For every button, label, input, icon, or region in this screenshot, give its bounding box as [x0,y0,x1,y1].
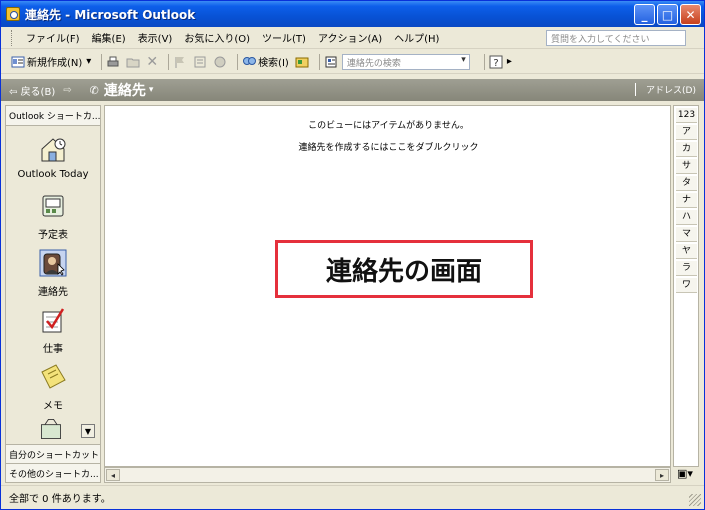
categories-icon[interactable] [193,55,207,69]
find-button-label: 検索(I) [258,58,289,69]
contact-search-input[interactable]: 連絡先の検索 [341,53,470,70]
menu-favorites[interactable]: お気に入り(O) [178,30,256,45]
outlook-shortcuts-header[interactable]: Outlook ショートカ... [6,106,100,126]
other-shortcuts-group[interactable]: その他のショートカ... [6,463,100,482]
help-icon: ? [489,55,503,69]
menu-actions[interactable]: アクション(A) [312,30,388,45]
letter-index-bar: 123 ア カ サ タ ナ ハ マ ヤ ラ ワ [673,105,699,467]
new-button-label: 新規作成(N) [27,58,83,69]
toolbar-separator [237,53,239,70]
contacts-icon [39,249,67,277]
shortcut-notes[interactable]: メモ [6,362,100,412]
shortcut-label: 連絡先 [38,287,68,298]
toolbar-separator [483,53,485,70]
new-button[interactable]: 新規作成(N) ▾ [11,54,91,69]
menu-grip[interactable] [11,29,14,46]
shortcut-label: 仕事 [43,344,63,355]
status-bar: 全部で 0 件あります。 [1,485,704,509]
menu-tools[interactable]: ツール(T) [256,30,312,45]
help-button[interactable]: ? ▸ [489,55,512,69]
close-button[interactable]: ✕ [680,4,701,25]
folder-title[interactable]: 連絡先 [104,80,146,100]
index-button[interactable]: ア [676,125,697,140]
new-contact-icon [11,56,25,67]
item-count-status: 全部で 0 件あります。 [9,494,111,505]
toolbar-separator [318,53,320,70]
help-question-input[interactable]: 質問を入力してください [546,30,686,46]
menu-view[interactable]: 表示(V) [132,30,179,45]
address-book-icon[interactable] [324,55,338,69]
toolbar-separator [168,53,170,70]
index-button[interactable]: マ [676,227,697,242]
svg-text:?: ? [493,58,498,69]
find-icon [243,56,257,65]
contacts-view[interactable]: このビューにはアイテムがありません。 連絡先を作成するにはここをダブルクリック … [104,105,671,467]
maximize-button[interactable]: □ [657,4,678,25]
window-title: 連絡先 - Microsoft Outlook [25,7,196,22]
tasks-icon [42,308,65,333]
index-button[interactable]: ラ [676,261,697,276]
journal-icon[interactable] [38,416,64,442]
forward-arrow-icon[interactable]: ⇨ [63,85,71,96]
send-receive-icon[interactable] [213,55,227,69]
scroll-right-button[interactable]: ▸ [655,469,669,481]
folder-list-dropdown-icon[interactable]: ▾ [149,85,154,95]
notes-icon [41,364,66,389]
index-button[interactable]: ワ [676,278,697,293]
resize-grip[interactable] [689,494,701,506]
move-to-folder-icon[interactable] [126,55,140,69]
contacts-folder-icon: ✆ [89,83,99,97]
shortcut-scroll-down-button[interactable]: ▼ [81,424,95,438]
my-shortcuts-group[interactable]: 自分のショートカット [6,444,100,463]
toolbar-options-arrow-icon[interactable]: ▸ [507,56,512,67]
window-controls: _ □ ✕ [634,4,701,25]
shortcut-label: 予定表 [38,230,68,241]
outlook-today-icon [41,138,66,162]
menu-file[interactable]: ファイル(F) [20,30,86,45]
index-button[interactable]: ヤ [676,244,697,259]
menu-bar: ファイル(F) 編集(E) 表示(V) お気に入り(O) ツール(T) アクショ… [1,27,704,49]
card-view-icon[interactable]: ▣▾ [677,467,697,483]
shortcut-label: メモ [43,401,63,412]
shortcut-contacts[interactable]: 連絡先 [6,248,100,298]
find-button[interactable]: 検索(I) [242,54,289,69]
standard-toolbar: 新規作成(N) ▾ ✕ 検索(I) 連絡先の検索 ? ▸ [1,50,704,74]
index-button[interactable]: カ [676,142,697,157]
menu-edit[interactable]: 編集(E) [86,30,132,45]
index-button[interactable]: ナ [676,193,697,208]
shortcut-tasks[interactable]: 仕事 [6,305,100,355]
shortcut-calendar[interactable]: 予定表 [6,191,100,241]
folder-banner: ⇦ 戻る(B) ⇨ ✆ 連絡先 ▾ アドレス(D) [1,79,704,101]
outlook-bar: Outlook ショートカ... Outlook Today 予定表 連絡先 仕… [5,105,101,483]
index-button[interactable]: サ [676,159,697,174]
empty-view-message: このビューにはアイテムがありません。 [308,121,469,131]
index-button[interactable]: 123 [676,108,697,123]
toolbar-separator [101,53,103,70]
annotation-label: 連絡先の画面 [275,240,533,298]
create-contact-hint[interactable]: 連絡先を作成するにはここをダブルクリック [105,140,672,153]
back-button-label: 戻る(B) [20,86,56,98]
shortcut-outlook-today[interactable]: Outlook Today [6,134,100,180]
scroll-left-button[interactable]: ◂ [106,469,120,481]
address-button[interactable]: アドレス(D) [635,83,696,96]
shortcut-label: Outlook Today [17,169,89,180]
minimize-button[interactable]: _ [634,4,655,25]
horizontal-scrollbar[interactable]: ◂ ▸ [104,467,671,483]
flag-icon[interactable] [173,55,187,69]
organize-icon[interactable] [295,55,309,69]
index-button[interactable]: ハ [676,210,697,225]
calendar-icon [42,195,64,217]
title-bar[interactable]: 連絡先 - Microsoft Outlook _ □ ✕ [1,1,704,27]
print-icon[interactable] [106,55,120,69]
index-button[interactable]: タ [676,176,697,191]
menu-help[interactable]: ヘルプ(H) [388,30,445,45]
outlook-app-icon[interactable] [6,7,20,21]
new-dropdown-arrow-icon[interactable]: ▾ [86,56,91,67]
back-button[interactable]: ⇦ 戻る(B) [9,83,55,98]
delete-icon[interactable]: ✕ [146,54,158,70]
outlook-window: 連絡先 - Microsoft Outlook _ □ ✕ ファイル(F) 編集… [0,0,705,510]
